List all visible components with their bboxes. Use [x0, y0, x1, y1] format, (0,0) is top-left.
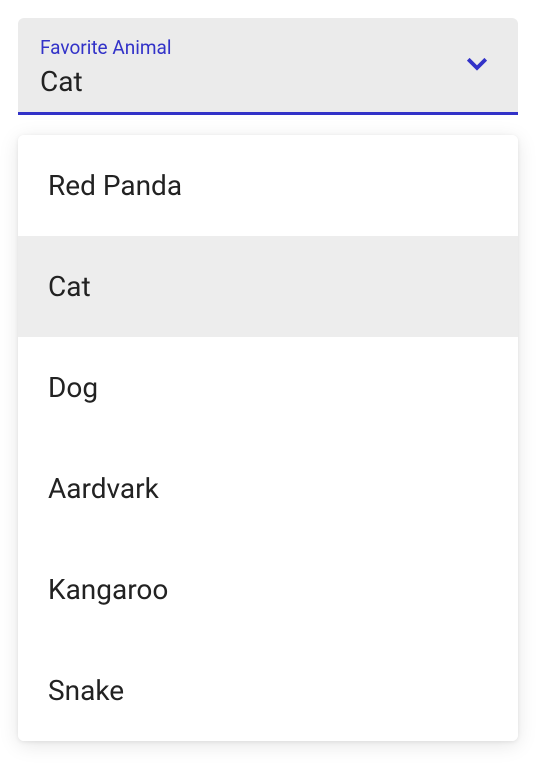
favorite-animal-select[interactable]: Favorite Animal Cat: [18, 18, 518, 115]
select-container: Favorite Animal Cat Red Panda Cat Dog Aa…: [18, 18, 518, 741]
dropdown-option-aardvark[interactable]: Aardvark: [18, 438, 518, 539]
option-label: Kangaroo: [48, 573, 168, 606]
option-label: Dog: [48, 371, 98, 404]
option-label: Cat: [48, 270, 91, 303]
option-label: Snake: [48, 674, 124, 707]
dropdown-list: Red Panda Cat Dog Aardvark Kangaroo Snak…: [18, 135, 518, 741]
option-label: Red Panda: [48, 169, 182, 202]
dropdown-option-red-panda[interactable]: Red Panda: [18, 135, 518, 236]
dropdown-option-snake[interactable]: Snake: [18, 640, 518, 741]
chevron-down-icon: [462, 48, 492, 82]
select-value: Cat: [40, 65, 496, 98]
dropdown-option-dog[interactable]: Dog: [18, 337, 518, 438]
dropdown-option-kangaroo[interactable]: Kangaroo: [18, 539, 518, 640]
option-label: Aardvark: [48, 472, 159, 505]
dropdown-option-cat[interactable]: Cat: [18, 236, 518, 337]
select-label: Favorite Animal: [40, 36, 496, 59]
